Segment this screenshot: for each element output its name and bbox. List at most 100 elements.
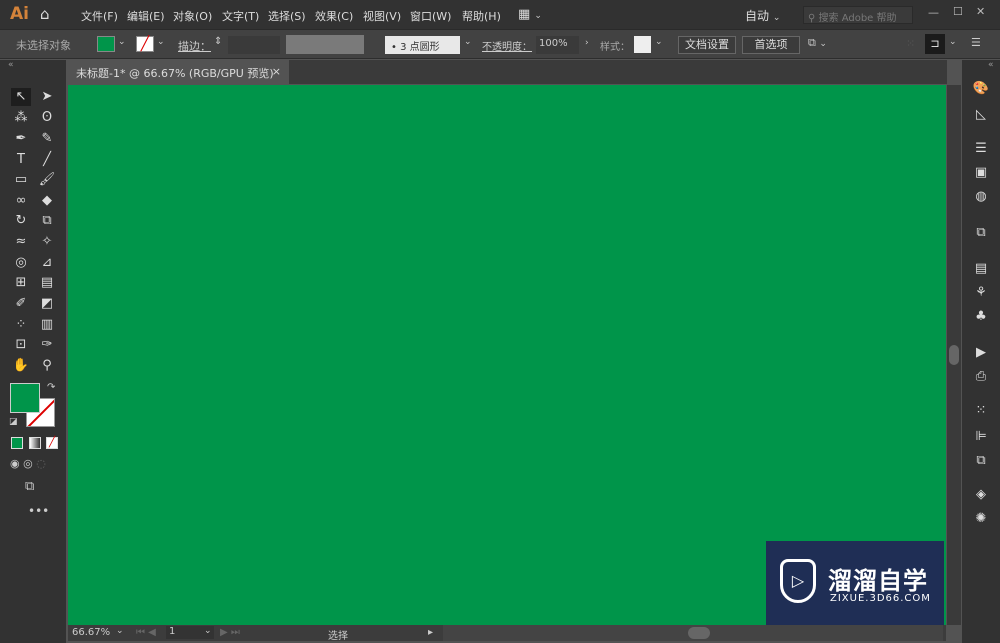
minimize-button[interactable]: — — [928, 6, 939, 19]
status-menu-icon[interactable]: ▸ — [428, 627, 433, 638]
asset-export-icon[interactable]: ⎙ — [972, 368, 990, 386]
chevron-down-icon[interactable]: ⌄ — [949, 37, 957, 47]
opacity-field[interactable]: 100% — [536, 36, 579, 54]
vertical-scrollbar[interactable] — [947, 85, 961, 625]
rectangle-tool-icon[interactable]: ▭ — [11, 171, 31, 189]
chevron-down-icon[interactable]: ⌄ — [464, 37, 472, 47]
swatches-panel-icon[interactable]: ▤ — [972, 260, 990, 278]
maximize-button[interactable]: ☐ — [953, 5, 963, 18]
rotate-tool-icon[interactable]: ↻ — [11, 212, 31, 230]
swap-colors-icon[interactable]: ↷ — [47, 382, 55, 393]
chevron-down-icon[interactable]: ⌄ — [655, 37, 663, 47]
brush-definition[interactable]: • 3 点圆形 — [385, 36, 460, 54]
search-help-input[interactable]: ⚲ 搜索 Adobe 帮助 — [803, 6, 913, 24]
lasso-icon[interactable]: ʘ — [37, 109, 57, 127]
opacity-label[interactable]: 不透明度： — [482, 38, 532, 53]
artboard-tool-icon[interactable]: ⊡ — [11, 336, 31, 354]
close-tab-icon[interactable]: × — [272, 65, 281, 78]
menu-view[interactable]: 视图(V) — [363, 8, 401, 24]
shaper-tool-icon[interactable]: ∞ — [11, 192, 31, 210]
horizontal-scrollbar[interactable] — [443, 625, 943, 641]
draw-mode-icons[interactable]: ◉ ◎ ◌ — [10, 457, 46, 470]
slice-tool-icon[interactable]: ✑ — [37, 336, 57, 354]
stroke-label[interactable]: 描边： — [178, 38, 211, 54]
transparency-panel-icon[interactable]: ◍ — [972, 188, 990, 206]
zoom-level[interactable]: 66.67% — [72, 627, 110, 638]
stroke-stepper[interactable]: ⇕ — [214, 36, 222, 47]
scale-tool-icon[interactable]: ⧉ — [37, 212, 57, 230]
graph-tool-icon[interactable]: ▥ — [37, 316, 57, 334]
graphic-style-swatch[interactable] — [634, 36, 651, 53]
stroke-panel-icon[interactable]: ☰ — [972, 140, 990, 158]
magic-wand-icon[interactable]: ⁂ — [11, 109, 31, 127]
selection-tool-icon[interactable]: ↖ — [11, 88, 31, 106]
transform-panel-icon[interactable]: ⁙ — [972, 402, 990, 420]
preferences-button[interactable]: 首选项 — [742, 36, 800, 54]
line-tool-icon[interactable]: ╱ — [37, 151, 57, 169]
zoom-tool-icon[interactable]: ⚲ — [37, 357, 57, 375]
chevron-down-icon[interactable]: ⌄ — [157, 37, 165, 47]
menu-file[interactable]: 文件(F) — [81, 8, 118, 24]
color-mode-icon[interactable] — [11, 437, 23, 449]
chevron-down-icon[interactable]: ⌄ — [118, 37, 126, 47]
gradient-panel-icon[interactable]: ▣ — [972, 164, 990, 182]
mesh-tool-icon[interactable]: ⊞ — [11, 274, 31, 292]
menu-type[interactable]: 文字(T) — [222, 8, 259, 24]
collapse-icon[interactable]: « — [988, 60, 994, 70]
pathfinder-panel-icon[interactable]: ⧉ — [972, 452, 990, 470]
type-tool-icon[interactable]: T — [11, 151, 31, 169]
home-icon[interactable]: ⌂ — [40, 5, 50, 23]
none-mode-icon[interactable]: ╱ — [46, 437, 58, 449]
align-panel-icon[interactable]: ⊫ — [972, 428, 990, 446]
menu-object[interactable]: 对象(O) — [173, 8, 212, 24]
menu-window[interactable]: 窗口(W) — [410, 8, 451, 24]
curvature-tool-icon[interactable]: ✎ — [37, 130, 57, 148]
actions-panel-icon[interactable]: ▶ — [972, 344, 990, 362]
fill-color-box[interactable] — [10, 383, 40, 413]
blend-tool-icon[interactable]: ◩ — [37, 295, 57, 313]
menu-effect[interactable]: 效果(C) — [315, 8, 353, 24]
shape-builder-icon[interactable]: ◎ — [11, 254, 31, 272]
default-colors-icon[interactable]: ◪ — [9, 417, 18, 427]
perspective-grid-icon[interactable]: ⊿ — [37, 254, 57, 272]
color-guide-icon[interactable]: ◺ — [972, 106, 990, 124]
hand-tool-icon[interactable]: ✋ — [11, 357, 31, 375]
chevron-right-icon[interactable]: › — [585, 38, 589, 48]
layers-panel-icon[interactable]: ◈ — [972, 486, 990, 504]
paintbrush-icon[interactable]: 🖌 — [37, 171, 57, 189]
scroll-thumb[interactable] — [949, 345, 959, 365]
next-artboard-icons[interactable]: ▶ ⏭ — [220, 627, 240, 638]
stroke-swatch[interactable]: ╱ — [136, 36, 154, 52]
menu-edit[interactable]: 编辑(E) — [127, 8, 165, 24]
direct-selection-tool-icon[interactable]: ➤ — [37, 88, 57, 106]
menu-help[interactable]: 帮助(H) — [462, 8, 501, 24]
stroke-weight-field[interactable] — [228, 36, 280, 54]
eraser-icon[interactable]: ◆ — [37, 192, 57, 210]
close-window-button[interactable]: ✕ — [976, 5, 985, 18]
variable-width-profile[interactable] — [286, 35, 364, 54]
symbols-panel-icon[interactable]: ♣ — [972, 308, 990, 326]
screen-mode-icon[interactable]: ⧉ — [25, 479, 34, 494]
more-tools-icon[interactable]: ••• — [28, 504, 49, 518]
color-panel-icon[interactable]: 🎨 — [972, 80, 990, 98]
prev-artboard-icons[interactable]: ⏮ ◀ — [136, 627, 156, 638]
image-trace-icon[interactable]: ⧉ — [972, 224, 990, 242]
workspace-switcher[interactable]: 自动 ⌄ — [745, 7, 780, 24]
scroll-thumb[interactable] — [688, 627, 710, 639]
arrange-documents-icon[interactable]: ▦ ⌄ — [518, 7, 542, 22]
panel-menu-icon[interactable]: ☰ — [971, 36, 981, 49]
brushes-panel-icon[interactable]: ⚘ — [972, 284, 990, 302]
document-setup-button[interactable]: 文档设置 — [678, 36, 736, 54]
appearance-panel-icon[interactable]: ✺ — [972, 510, 990, 528]
puppet-warp-icon[interactable]: ✧ — [37, 233, 57, 251]
align-icon[interactable]: ⊐ — [925, 34, 945, 54]
width-tool-icon[interactable]: ≈ — [11, 233, 31, 251]
symbol-sprayer-icon[interactable]: ⁘ — [11, 316, 31, 334]
document-tab[interactable]: 未标题-1* @ 66.67% (RGB/GPU 预览) × — [67, 60, 289, 84]
transform-icon[interactable]: ⧉ ⌄ — [808, 36, 827, 50]
pen-tool-icon[interactable]: ✒ — [11, 130, 31, 148]
chevron-down-icon[interactable]: ⌄ — [116, 626, 124, 636]
gradient-tool-icon[interactable]: ▤ — [37, 274, 57, 292]
menu-select[interactable]: 选择(S) — [268, 8, 306, 24]
collapse-icon[interactable]: « — [8, 60, 14, 70]
